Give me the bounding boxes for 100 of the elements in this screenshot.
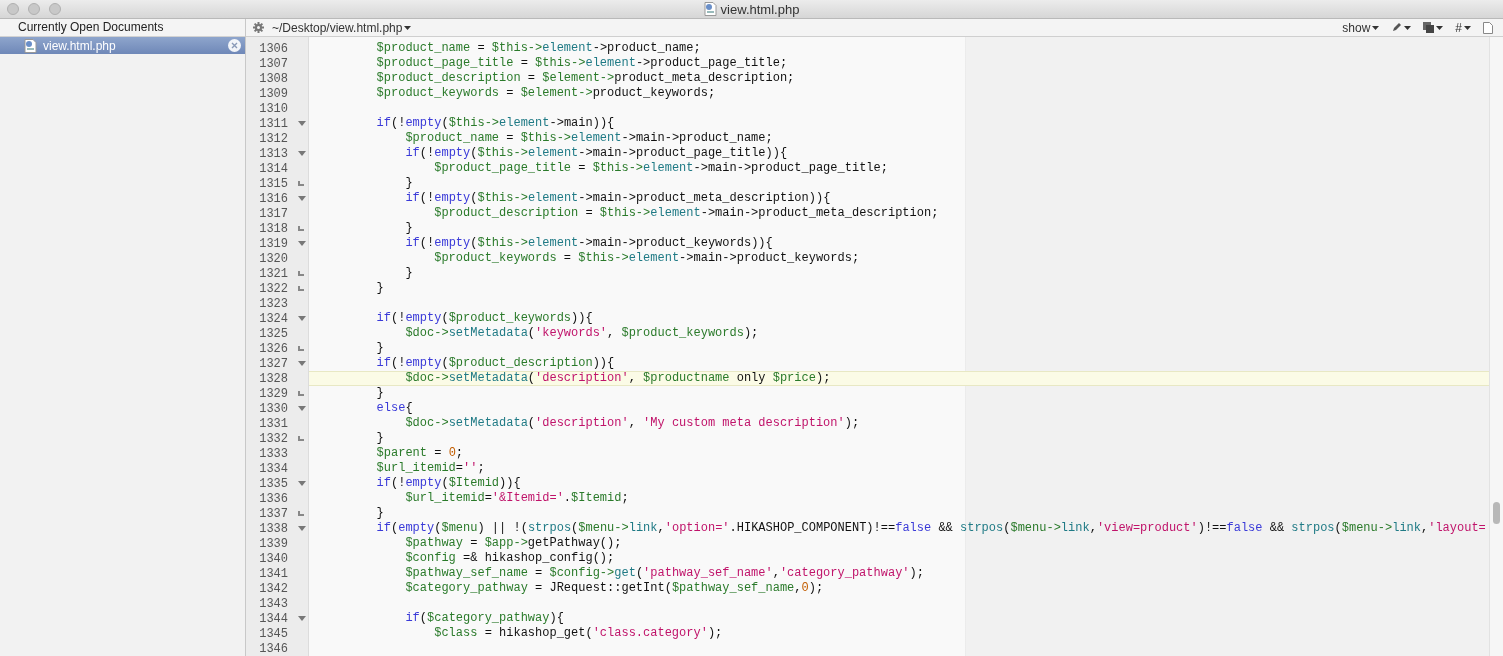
line-number: 1335: [258, 476, 288, 491]
copy-menu[interactable]: [1423, 22, 1444, 33]
scrollbar-thumb[interactable]: [1493, 502, 1500, 524]
caret-icon: [1464, 25, 1471, 30]
caret-icon: [1404, 25, 1412, 30]
line-number: 1328: [258, 371, 288, 386]
close-document-icon[interactable]: [228, 39, 241, 52]
caret-icon: [404, 25, 412, 30]
line-number: 1330: [258, 401, 288, 416]
line-number: 1344: [258, 611, 288, 626]
fold-arrow-icon[interactable]: [298, 241, 306, 246]
code-line: }: [375, 431, 385, 446]
line-number: 1320: [258, 251, 288, 266]
code-line: if(!empty($product_keywords)){: [375, 311, 594, 326]
line-number: 1312: [258, 131, 288, 146]
php-file-icon: [703, 2, 717, 16]
code-line: $category_pathway = JRequest::getInt($pathway_sef_name,0);: [404, 581, 825, 596]
php-file-icon: [24, 38, 37, 53]
fold-arrow-icon[interactable]: [298, 526, 306, 531]
code-line: }: [375, 506, 385, 521]
line-number: 1317: [258, 206, 288, 221]
fold-arrow-icon[interactable]: [298, 316, 306, 321]
code-line: $pathway_sef_name = $config->get('pathway_sef_name','category_pathway');: [404, 566, 925, 581]
code-line: if(empty($menu) || !(strpos($menu->link,'option='.HIKASHOP_COMPONENT)!==false && strpos($menu->link,'view=product')!==false && strpos($menu->link,'layout=: [375, 521, 1487, 536]
line-number: 1342: [258, 581, 288, 596]
fold-arrow-icon[interactable]: [298, 151, 306, 156]
code-line: }: [375, 386, 385, 401]
code-line: $parent = 0;: [375, 446, 465, 461]
code-line: $product_name = $this->element->main->product_name;: [404, 131, 774, 146]
code-line: $doc->setMetadata('keywords', $product_keywords);: [404, 326, 760, 341]
line-number: 1324: [258, 311, 288, 326]
line-number: 1339: [258, 536, 288, 551]
line-number: 1340: [258, 551, 288, 566]
line-number: 1325: [258, 326, 288, 341]
line-number: 1341: [258, 566, 288, 581]
code-line: $product_name = $this->element->product_name;: [375, 41, 702, 56]
number-menu[interactable]: #: [1455, 20, 1471, 35]
code-line: }: [404, 221, 414, 236]
fold-arrow-icon[interactable]: [298, 121, 306, 126]
line-number: 1333: [258, 446, 288, 461]
code-line: if(!empty($product_description)){: [375, 356, 616, 371]
line-number: 1332: [258, 431, 288, 446]
code-line: $product_keywords = $this->element->main->product_keywords;: [433, 251, 861, 266]
marker-menu[interactable]: [1391, 22, 1412, 33]
code-line: $product_keywords = $element->product_keywords;: [375, 86, 717, 101]
code-line: $pathway = $app->getPathway();: [404, 536, 623, 551]
line-number: 1311: [258, 116, 288, 131]
line-number: 1306: [258, 41, 288, 56]
sidebar-header: Currently Open Documents: [0, 19, 245, 37]
code-line: $config =& hikashop_config();: [404, 551, 616, 566]
line-number: 1316: [258, 191, 288, 206]
code-line: if(!empty($this->element->main->product_meta_description)){: [404, 191, 832, 206]
code-line: if(!empty($this->element->main->product_keywords)){: [404, 236, 774, 251]
fold-arrow-icon[interactable]: [298, 196, 306, 201]
line-number: 1337: [258, 506, 288, 521]
line-number: 1307: [258, 56, 288, 71]
code-line: $doc->setMetadata('description', 'My custom meta description');: [404, 416, 861, 431]
show-menu[interactable]: show: [1342, 20, 1380, 35]
line-number: 1319: [258, 236, 288, 251]
line-number: 1336: [258, 491, 288, 506]
line-number: 1322: [258, 281, 288, 296]
caret-icon: [1372, 25, 1380, 30]
code-line: if(!empty($Itemid)){: [375, 476, 522, 491]
stacked-squares-icon: [1423, 22, 1435, 33]
code-line: }: [404, 176, 414, 191]
line-number: 1321: [258, 266, 288, 281]
fold-arrow-icon[interactable]: [298, 481, 306, 486]
code-line: $product_description = $element->product_meta_description;: [375, 71, 796, 86]
line-number: 1331: [258, 416, 288, 431]
line-number: 1315: [258, 176, 288, 191]
line-number: 1334: [258, 461, 288, 476]
code-line: $product_description = $this->element->main->product_meta_description;: [433, 206, 940, 221]
settings-icon[interactable]: [253, 22, 264, 33]
code-line: else{: [375, 401, 414, 416]
line-number: 1326: [258, 341, 288, 356]
code-line: }: [375, 281, 385, 296]
fold-arrow-icon[interactable]: [298, 406, 306, 411]
line-number: 1346: [258, 641, 288, 656]
document-icon[interactable]: [1483, 21, 1493, 34]
line-number: 1309: [258, 86, 288, 101]
code-line: if(!empty($this->element->main->product_page_title)){: [404, 146, 789, 161]
pen-icon: [1391, 22, 1403, 33]
code-line: }: [404, 266, 414, 281]
line-number: 1318: [258, 221, 288, 236]
line-number: 1314: [258, 161, 288, 176]
code-line: $product_page_title = $this->element->product_page_title;: [375, 56, 789, 71]
fold-arrow-icon[interactable]: [298, 361, 306, 366]
line-number: 1308: [258, 71, 288, 86]
line-number: 1313: [258, 146, 288, 161]
code-line: if($category_pathway){: [404, 611, 565, 626]
caret-icon: [1436, 25, 1444, 30]
file-path-menu[interactable]: ~/Desktop/view.html.php: [272, 20, 412, 35]
line-number: 1323: [258, 296, 288, 311]
line-number: 1345: [258, 626, 288, 641]
code-line: $class = hikashop_get('class.category');: [433, 626, 724, 641]
code-line: if(!empty($this->element->main)){: [375, 116, 616, 131]
line-number: 1329: [258, 386, 288, 401]
code-line: $product_page_title = $this->element->main->product_page_title;: [433, 161, 889, 176]
line-number: 1338: [258, 521, 288, 536]
fold-arrow-icon[interactable]: [298, 616, 306, 621]
